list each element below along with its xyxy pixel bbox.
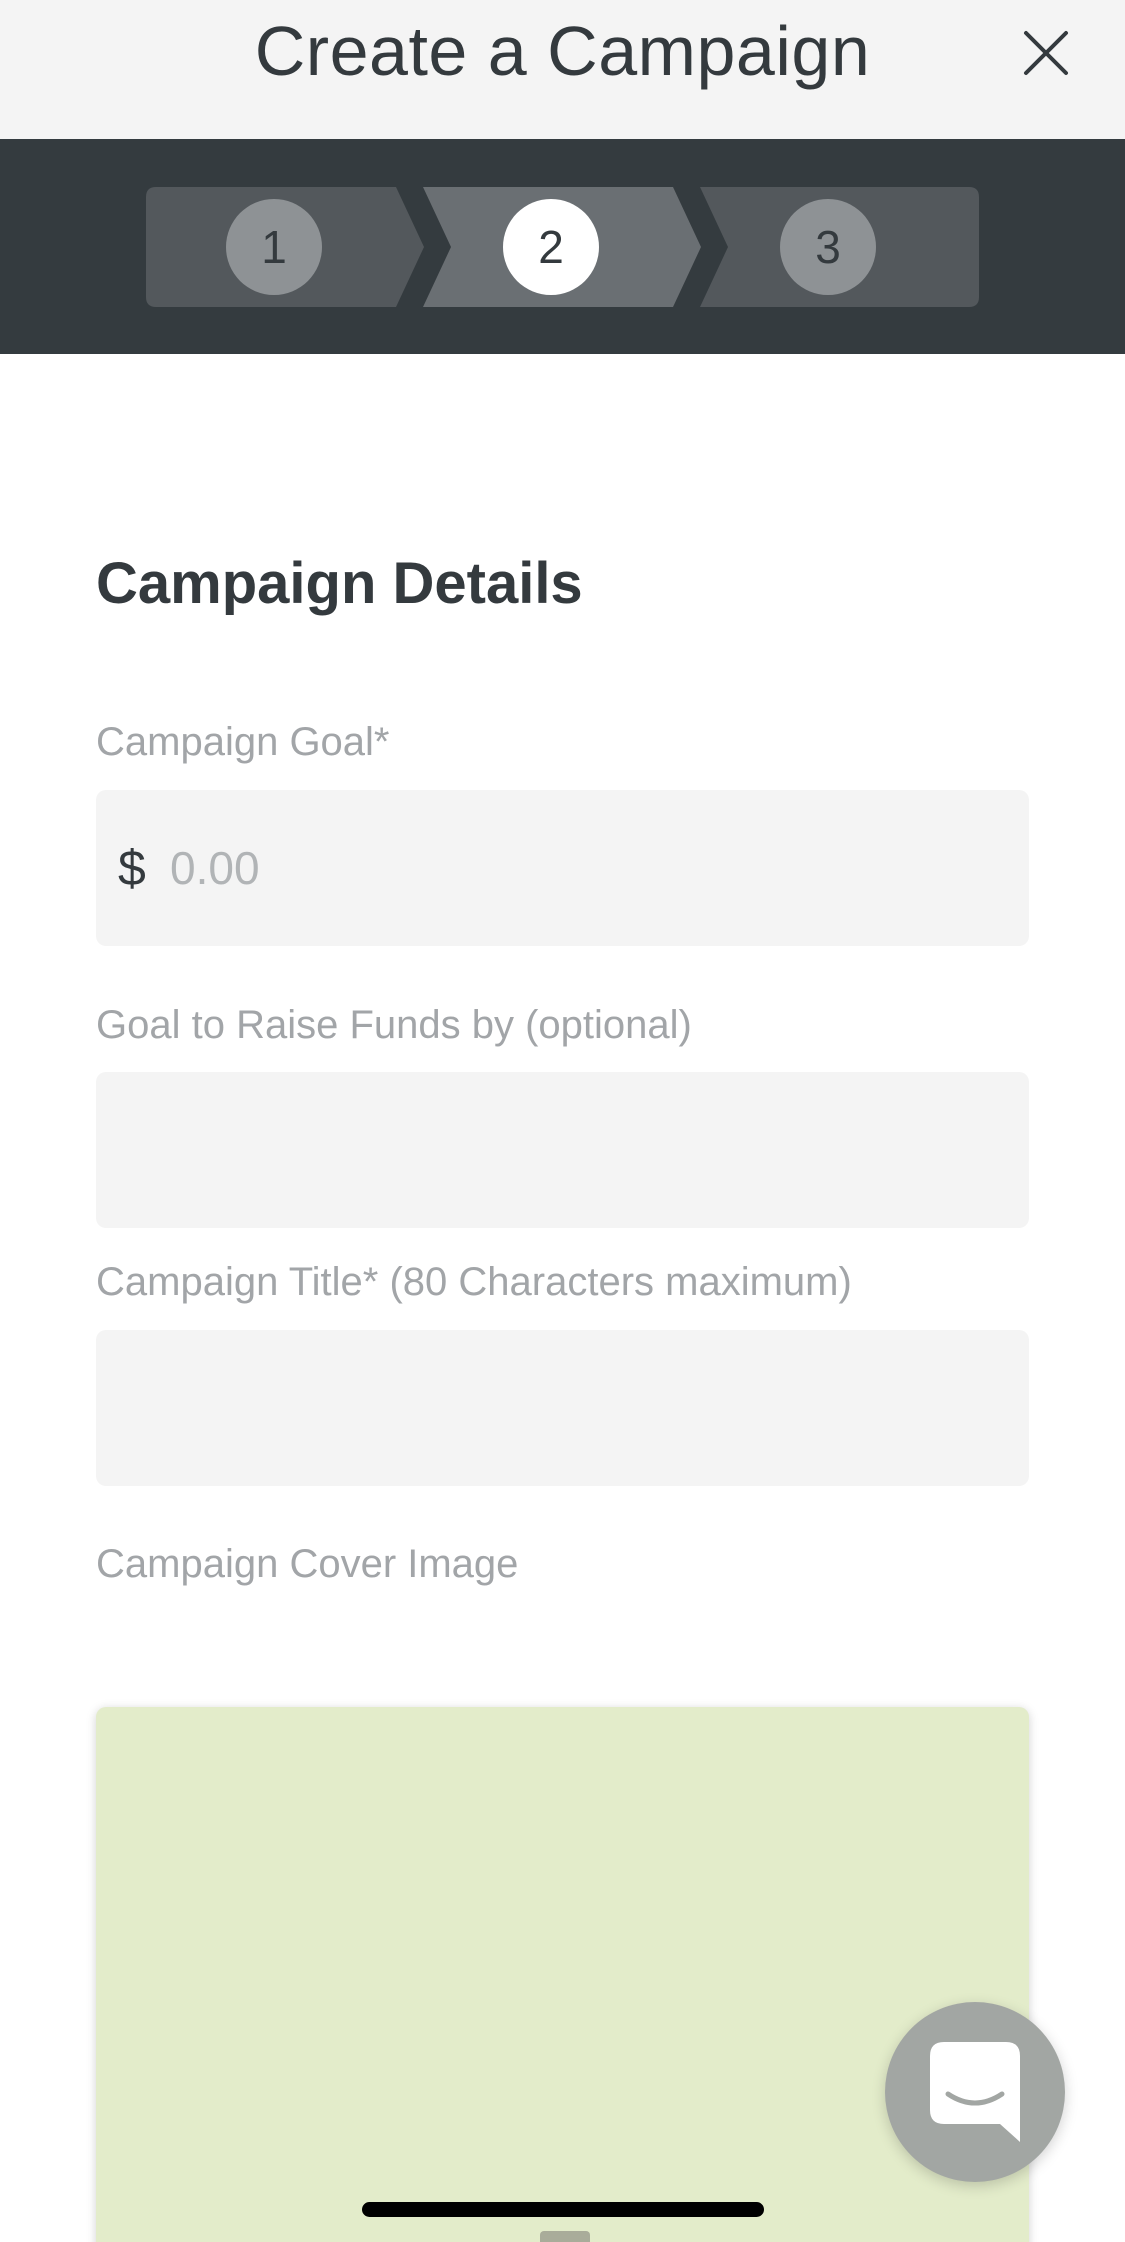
campaign-title-input[interactable] bbox=[120, 1330, 1000, 1486]
progress-stepper: 1 2 3 bbox=[0, 139, 1125, 354]
step-2[interactable]: 2 bbox=[423, 187, 701, 307]
step-1[interactable]: 1 bbox=[146, 187, 424, 307]
step-2-circle: 2 bbox=[503, 199, 599, 295]
create-campaign-screen: Create a Campaign 1 2 3 Campaign Details… bbox=[0, 0, 1125, 2242]
chat-button[interactable] bbox=[885, 2002, 1065, 2182]
campaign-goal-label: Campaign Goal* bbox=[96, 720, 390, 764]
cover-image-label: Campaign Cover Image bbox=[96, 1542, 519, 1586]
campaign-title-label: Campaign Title* (80 Characters maximum) bbox=[96, 1260, 852, 1304]
upload-icon bbox=[540, 2231, 590, 2242]
chat-bubble-icon bbox=[930, 2042, 1020, 2142]
campaign-title-field[interactable] bbox=[96, 1330, 1029, 1486]
page-title: Create a Campaign bbox=[254, 12, 871, 90]
modal-header: Create a Campaign bbox=[0, 0, 1125, 139]
raise-by-input[interactable] bbox=[120, 1072, 1000, 1228]
step-3[interactable]: 3 bbox=[700, 187, 979, 307]
home-indicator bbox=[362, 2202, 764, 2217]
currency-symbol: $ bbox=[118, 840, 146, 896]
raise-by-field[interactable] bbox=[96, 1072, 1029, 1228]
step-1-circle: 1 bbox=[226, 199, 322, 295]
cover-image-upload[interactable] bbox=[96, 1707, 1029, 2242]
campaign-goal-field[interactable]: $ bbox=[96, 790, 1029, 946]
close-button[interactable] bbox=[1018, 25, 1074, 81]
section-title: Campaign Details bbox=[96, 551, 583, 616]
raise-by-label: Goal to Raise Funds by (optional) bbox=[96, 1003, 692, 1047]
close-icon bbox=[1024, 31, 1068, 75]
step-3-circle: 3 bbox=[780, 199, 876, 295]
campaign-goal-input[interactable] bbox=[170, 790, 990, 946]
